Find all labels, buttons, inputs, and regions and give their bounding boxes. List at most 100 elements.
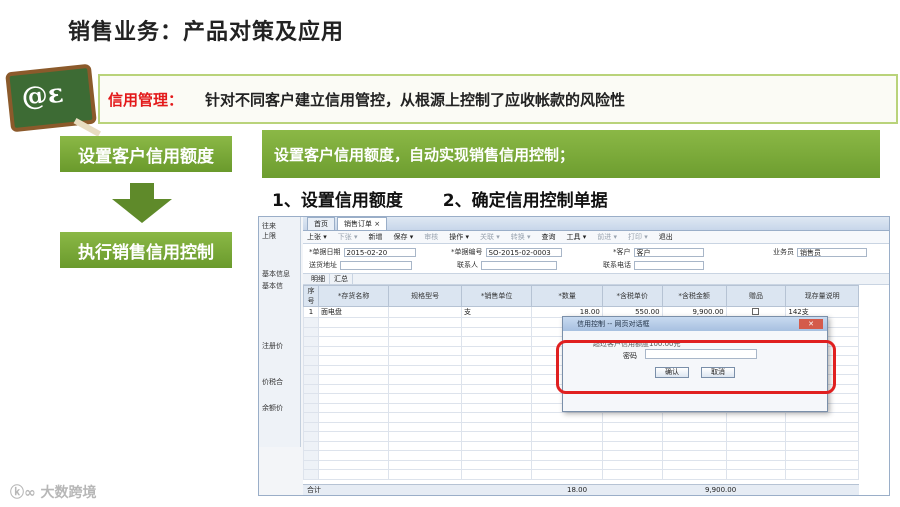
column-header[interactable]: 赠品	[725, 285, 787, 307]
toolbar-button[interactable]: 审核	[424, 232, 438, 242]
side-label: 注册价	[262, 342, 283, 350]
table-cell	[460, 355, 533, 366]
erp-toolbar: 上张 ▾ 下张 ▾ 新增 保存 ▾ 审核 操作 ▾ 关联 ▾ 转换 ▾ 查询 工具 ▾ 前进 ▾ 打印…	[303, 231, 889, 244]
column-header[interactable]: 现存量说明	[785, 285, 859, 307]
table-cell	[317, 469, 390, 480]
table-row[interactable]	[303, 469, 859, 480]
table-cell[interactable]	[725, 459, 787, 470]
table-cell	[460, 402, 533, 413]
table-cell[interactable]	[725, 450, 787, 461]
column-header[interactable]: *含税单价	[601, 285, 663, 307]
table-cell	[388, 364, 462, 375]
table-row[interactable]	[303, 431, 859, 442]
table-cell	[303, 393, 319, 404]
toolbar-button[interactable]: 关联 ▾	[480, 232, 500, 242]
table-row[interactable]	[303, 440, 859, 451]
salesman-field[interactable]: 销售员	[797, 247, 867, 257]
toolbar-button[interactable]: 前进 ▾	[597, 232, 617, 242]
order-form: *单据日期 2015-02-20 *单据编号 SO-2015-02-0003 *…	[303, 244, 889, 274]
toolbar-button[interactable]: 下张 ▾	[338, 232, 358, 242]
table-cell	[317, 317, 390, 328]
table-cell[interactable]	[725, 431, 787, 442]
table-cell	[785, 469, 859, 480]
table-cell	[303, 431, 319, 442]
table-cell[interactable]	[725, 440, 787, 451]
chalkboard-logo-icon: @ε	[5, 63, 101, 137]
tab-home[interactable]: 首页	[307, 217, 335, 230]
toolbar-button[interactable]: 退出	[659, 232, 673, 242]
toolbar-button[interactable]: 新增	[369, 232, 383, 242]
table-cell	[460, 440, 533, 451]
toolbar-button[interactable]: 转换 ▾	[511, 232, 531, 242]
date-label: *单据日期	[309, 248, 341, 256]
table-cell	[303, 374, 319, 385]
table-cell	[388, 393, 462, 404]
table-row[interactable]	[303, 459, 859, 470]
table-cell	[303, 440, 319, 451]
subtab-detail[interactable]: 明细	[307, 274, 330, 284]
banner-highlight: 信用管理：	[108, 90, 184, 109]
table-cell	[317, 402, 390, 413]
column-header[interactable]: *含税金额	[661, 285, 727, 307]
table-cell	[303, 412, 319, 423]
table-cell	[661, 450, 727, 461]
toolbar-button[interactable]: 保存 ▾	[394, 232, 414, 242]
toolbar-button[interactable]: 工具 ▾	[567, 232, 587, 242]
step-2: 2、确定信用控制单据	[442, 191, 608, 211]
table-cell	[317, 326, 390, 337]
table-cell[interactable]	[725, 469, 787, 480]
table-row[interactable]	[303, 450, 859, 461]
footer-label: 合计	[307, 486, 321, 494]
table-cell	[661, 412, 727, 423]
table-row[interactable]	[303, 412, 859, 423]
column-header[interactable]: 规格型号	[388, 285, 462, 307]
table-row[interactable]	[303, 421, 859, 432]
toolbar-button[interactable]: 操作 ▾	[449, 232, 469, 242]
table-cell	[460, 412, 533, 423]
table-cell	[303, 336, 319, 347]
customer-field[interactable]: 客户	[633, 247, 704, 257]
tab-sales-order[interactable]: 销售订单 ×	[337, 217, 388, 230]
table-cell	[388, 355, 462, 366]
order-no-field[interactable]: SO-2015-02-0003	[485, 247, 562, 257]
table-cell	[460, 326, 533, 337]
table-cell	[388, 326, 462, 337]
contact-label: 联系人	[457, 261, 478, 269]
table-cell	[531, 412, 603, 423]
customer-label: *客户	[613, 248, 631, 256]
table-cell	[785, 450, 859, 461]
table-cell[interactable]	[725, 421, 787, 432]
table-cell	[601, 450, 663, 461]
address-field[interactable]	[340, 260, 412, 270]
toolbar-button[interactable]: 上张 ▾	[307, 232, 327, 242]
table-cell	[785, 440, 859, 451]
toolbar-button[interactable]: 查询	[542, 232, 556, 242]
side-label: 余额价	[262, 404, 283, 412]
column-header[interactable]: 序号	[303, 285, 319, 307]
table-cell	[388, 412, 462, 423]
table-cell	[388, 374, 462, 385]
toolbar-button[interactable]: 打印 ▾	[628, 232, 648, 242]
table-cell	[317, 440, 390, 451]
table-cell	[303, 469, 319, 480]
contact-field[interactable]	[481, 260, 557, 270]
date-field[interactable]: 2015-02-20	[343, 247, 416, 257]
table-cell	[460, 374, 533, 385]
table-cell	[531, 440, 603, 451]
column-header[interactable]: *存货名称	[317, 285, 390, 307]
subtab-summary[interactable]: 汇总	[330, 274, 353, 284]
table-cell	[388, 317, 462, 328]
column-header[interactable]: *数量	[531, 285, 603, 307]
close-icon[interactable]: ✕	[799, 319, 823, 329]
table-cell	[303, 450, 319, 461]
watermark-logo-icon: ⓚ∞	[10, 485, 41, 501]
table-cell[interactable]	[725, 412, 787, 423]
table-cell	[317, 336, 390, 347]
table-cell	[388, 336, 462, 347]
column-header[interactable]: *销售单位	[460, 285, 533, 307]
table-cell	[460, 469, 533, 480]
table-cell	[661, 440, 727, 451]
phone-field[interactable]	[634, 260, 704, 270]
table-cell	[785, 421, 859, 432]
table-cell	[460, 317, 533, 328]
